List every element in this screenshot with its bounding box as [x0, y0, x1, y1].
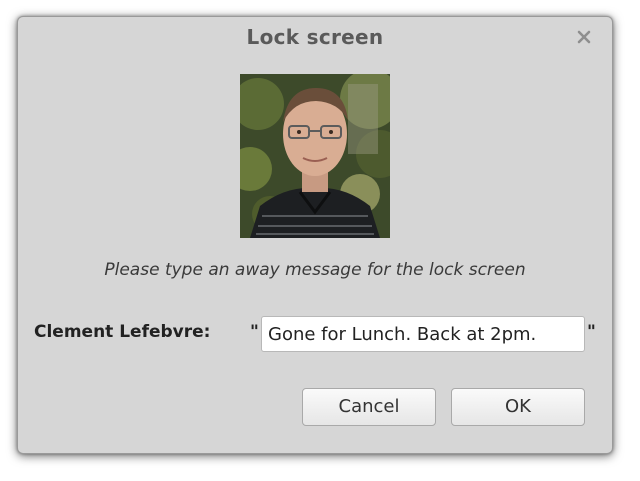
- away-message-row: Clement Lefebvre: " ": [34, 316, 604, 352]
- user-avatar: [240, 74, 390, 238]
- close-quote: ": [587, 322, 596, 342]
- close-icon[interactable]: [574, 27, 594, 47]
- user-avatar-photo-icon: [240, 74, 390, 238]
- lock-screen-dialog: Lock screen Please type an away message …: [17, 16, 613, 454]
- open-quote: ": [250, 322, 259, 342]
- cancel-button[interactable]: Cancel: [302, 388, 436, 426]
- user-name-label: Clement Lefebvre:: [34, 322, 211, 342]
- away-message-prompt: Please type an away message for the lock…: [104, 260, 526, 280]
- away-message-input[interactable]: [261, 316, 585, 352]
- ok-button[interactable]: OK: [451, 388, 585, 426]
- dialog-title: Lock screen: [246, 25, 384, 49]
- dialog-titlebar: Lock screen: [18, 17, 612, 59]
- desktop-background: Lock screen Please type an away message …: [0, 0, 640, 481]
